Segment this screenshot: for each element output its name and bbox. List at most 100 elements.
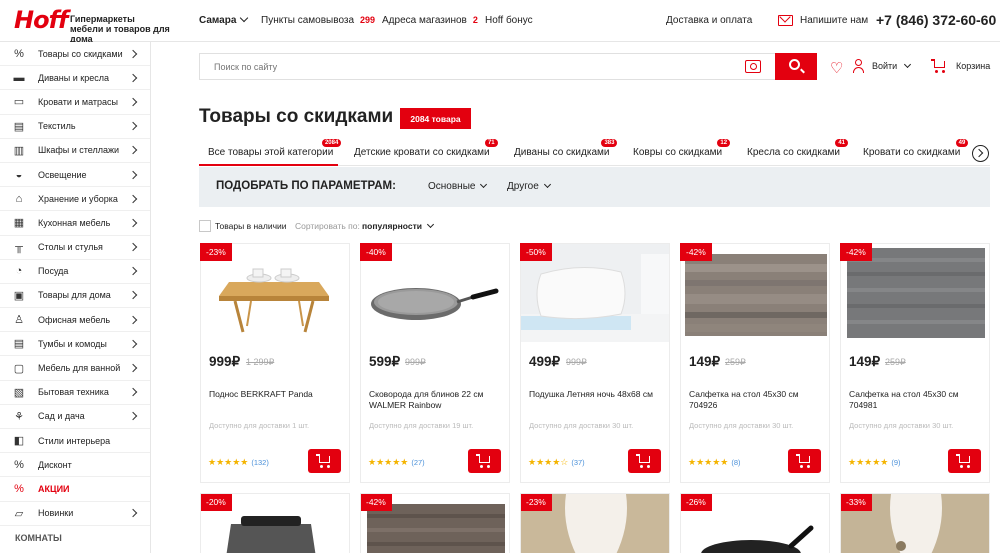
sidebar-item-sofas[interactable]: ▬ Диваны и кресла (0, 66, 150, 91)
chevron-right-icon (128, 267, 138, 276)
review-count[interactable]: (9) (891, 458, 900, 467)
sidebar-item-tables[interactable]: ╥ Столы и стулья (0, 236, 150, 260)
product-card[interactable]: -50% 499₽ 999₽ Подушка Летняя ночь 48х68… (520, 243, 670, 483)
search-button[interactable] (775, 53, 817, 80)
user-icon[interactable] (853, 59, 864, 73)
hoff-logo[interactable]: Hoff (14, 6, 68, 34)
search-input[interactable] (200, 54, 720, 79)
category-tabs: Все товары этой категории 2084 Детские кр… (199, 139, 990, 166)
hoff-bonus-link[interactable]: Hoff бонус (485, 15, 533, 26)
sidebar-item-wardrobes[interactable]: ▥ Шкафы и стеллажи (0, 139, 150, 163)
sidebar-item-home-goods[interactable]: ▣ Товары для дома (0, 284, 150, 309)
in-stock-checkbox[interactable] (199, 220, 211, 232)
product-name[interactable]: Салфетка на стол 45х30 см 704926 (689, 389, 823, 411)
sidebar-item-garden[interactable]: ⚘ Сад и дача (0, 405, 150, 429)
review-count[interactable]: (37) (571, 458, 584, 467)
sidebar-item-label: Новинки (38, 508, 74, 519)
sidebar-item-dressers[interactable]: ▤ Тумбы и комоды (0, 332, 150, 357)
tab-carpets[interactable]: Ковры со скидками 12 (633, 139, 731, 158)
search-bar (199, 53, 775, 80)
heart-icon[interactable]: ♡ (830, 59, 843, 77)
review-count[interactable]: (132) (251, 458, 269, 467)
mail-icon[interactable] (778, 15, 793, 26)
review-count[interactable]: (8) (731, 458, 740, 467)
sidebar-item-textile[interactable]: ▤ Текстиль (0, 115, 150, 139)
sidebar-item-label: Тумбы и комоды (38, 338, 107, 349)
add-to-cart-button[interactable] (788, 449, 821, 473)
pickup-points-link[interactable]: Пункты самовывоза 299 (261, 15, 375, 26)
tab-beds[interactable]: Кровати со скидками 49 (863, 139, 969, 158)
filter-other-dropdown[interactable]: Другое (507, 180, 551, 192)
tab-armchairs[interactable]: Кресла со скидками 41 (747, 139, 848, 158)
product-price: 149₽ (849, 354, 881, 369)
kitchen-icon: ▦ (13, 217, 25, 230)
search-icon (789, 59, 800, 70)
sidebar-item-lighting[interactable]: ◒ Освещение (0, 163, 150, 188)
sidebar-item-storage[interactable]: ⌂ Хранение и уборка (0, 187, 150, 212)
tab-badge: 12 (717, 139, 731, 147)
chevron-right-icon (128, 49, 138, 58)
add-to-cart-button[interactable] (468, 449, 501, 473)
percent-icon: % (14, 47, 24, 60)
sidebar-item-kitchen[interactable]: ▦ Кухонная мебель (0, 211, 150, 236)
discount-icon: % (14, 458, 24, 471)
add-to-cart-button[interactable] (948, 449, 981, 473)
chevron-right-icon (128, 242, 138, 252)
store-addresses-link[interactable]: Адреса магазинов 2 (382, 15, 478, 26)
phone-number[interactable]: +7 (846) 372-60-60 (876, 12, 996, 28)
sidebar-item-promotions[interactable]: % АКЦИИ (0, 477, 150, 502)
cart-icon[interactable] (931, 59, 947, 73)
product-name[interactable]: Поднос BERKRAFT Panda (209, 389, 343, 400)
login-button[interactable]: Войти (872, 60, 912, 71)
city-selector[interactable]: Самара (199, 13, 249, 26)
product-name[interactable]: Подушка Летняя ночь 48х68 см (529, 389, 663, 400)
rooms-heading: КОМНАТЫ (15, 532, 62, 543)
write-us-link[interactable]: Напишите нам (800, 15, 868, 26)
sidebar-item-styles[interactable]: ◧ Стили интерьера (0, 429, 150, 454)
add-to-cart-button[interactable] (628, 449, 661, 473)
tabs-next-button[interactable] (972, 145, 989, 162)
cart-icon (959, 456, 970, 463)
product-card[interactable]: -26% (680, 493, 830, 553)
sidebar-item-discount[interactable]: % Дисконт (0, 453, 150, 478)
filter-basic-dropdown[interactable]: Основные (428, 180, 488, 192)
review-count[interactable]: (27) (411, 458, 424, 467)
sidebar-item-label: Бытовая техника (38, 387, 109, 398)
product-card[interactable]: -42% 149₽ 259₽ Салфетка на стол 45х30 см… (680, 243, 830, 483)
delivery-link[interactable]: Доставка и оплата (666, 15, 752, 26)
in-stock-label[interactable]: Товары в наличии (215, 221, 287, 231)
sidebar-item-discounts[interactable]: % Товары со скидками (0, 42, 150, 67)
dishes-icon: ◔ (15, 265, 23, 278)
product-name[interactable]: Салфетка на стол 45х30 см 704981 (849, 389, 983, 411)
sidebar-item-appliances[interactable]: ▧ Бытовая техника (0, 381, 150, 405)
cart-label[interactable]: Корзина (956, 61, 990, 71)
cart-icon (799, 456, 810, 463)
sidebar-item-office[interactable]: ♙ Офисная мебель (0, 308, 150, 333)
product-card[interactable]: -20% (200, 493, 350, 553)
product-name[interactable]: Сковорода для блинов 22 см WALMER Rainbo… (369, 389, 503, 411)
sort-value: популярности (362, 221, 422, 231)
sidebar-item-bathroom[interactable]: ▢ Мебель для ванной (0, 356, 150, 381)
chevron-down-icon (480, 180, 488, 189)
product-card[interactable]: -40% 599₽ 999₽ Сковорода для блинов 22 с… (360, 243, 510, 483)
product-card[interactable]: -42% (360, 493, 510, 553)
sidebar-item-label: Стили интерьера (38, 435, 111, 446)
product-card[interactable]: -42% 149₽ 259₽ Салфетка на стол 45х30 см… (840, 243, 990, 483)
tab-all[interactable]: Все товары этой категории 2084 (208, 139, 342, 158)
sidebar-item-label: Дисконт (38, 459, 72, 470)
pickup-label: Пункты самовывоза (261, 15, 355, 26)
sidebar-item-new[interactable]: ▱ Новинки (0, 502, 150, 526)
tab-sofas[interactable]: Диваны со скидками 383 (514, 139, 618, 158)
cart-icon (319, 456, 330, 463)
sidebar-item-dishes[interactable]: ◔ Посуда (0, 260, 150, 284)
stores-count: 2 (472, 15, 478, 25)
camera-icon[interactable] (745, 60, 761, 73)
add-to-cart-button[interactable] (308, 449, 341, 473)
sidebar-item-beds[interactable]: ▭ Кровати и матрасы (0, 90, 150, 115)
product-card[interactable]: -33% (840, 493, 990, 553)
product-card[interactable]: -23% (520, 493, 670, 553)
product-card[interactable]: -23% 999₽ 1 299₽ Поднос BERKRAFT Panda Д… (200, 243, 350, 483)
discount-badge: -20% (201, 494, 232, 511)
sort-dropdown[interactable]: популярности (362, 220, 435, 231)
tab-kids-beds[interactable]: Детские кровати со скидками 71 (354, 139, 498, 158)
